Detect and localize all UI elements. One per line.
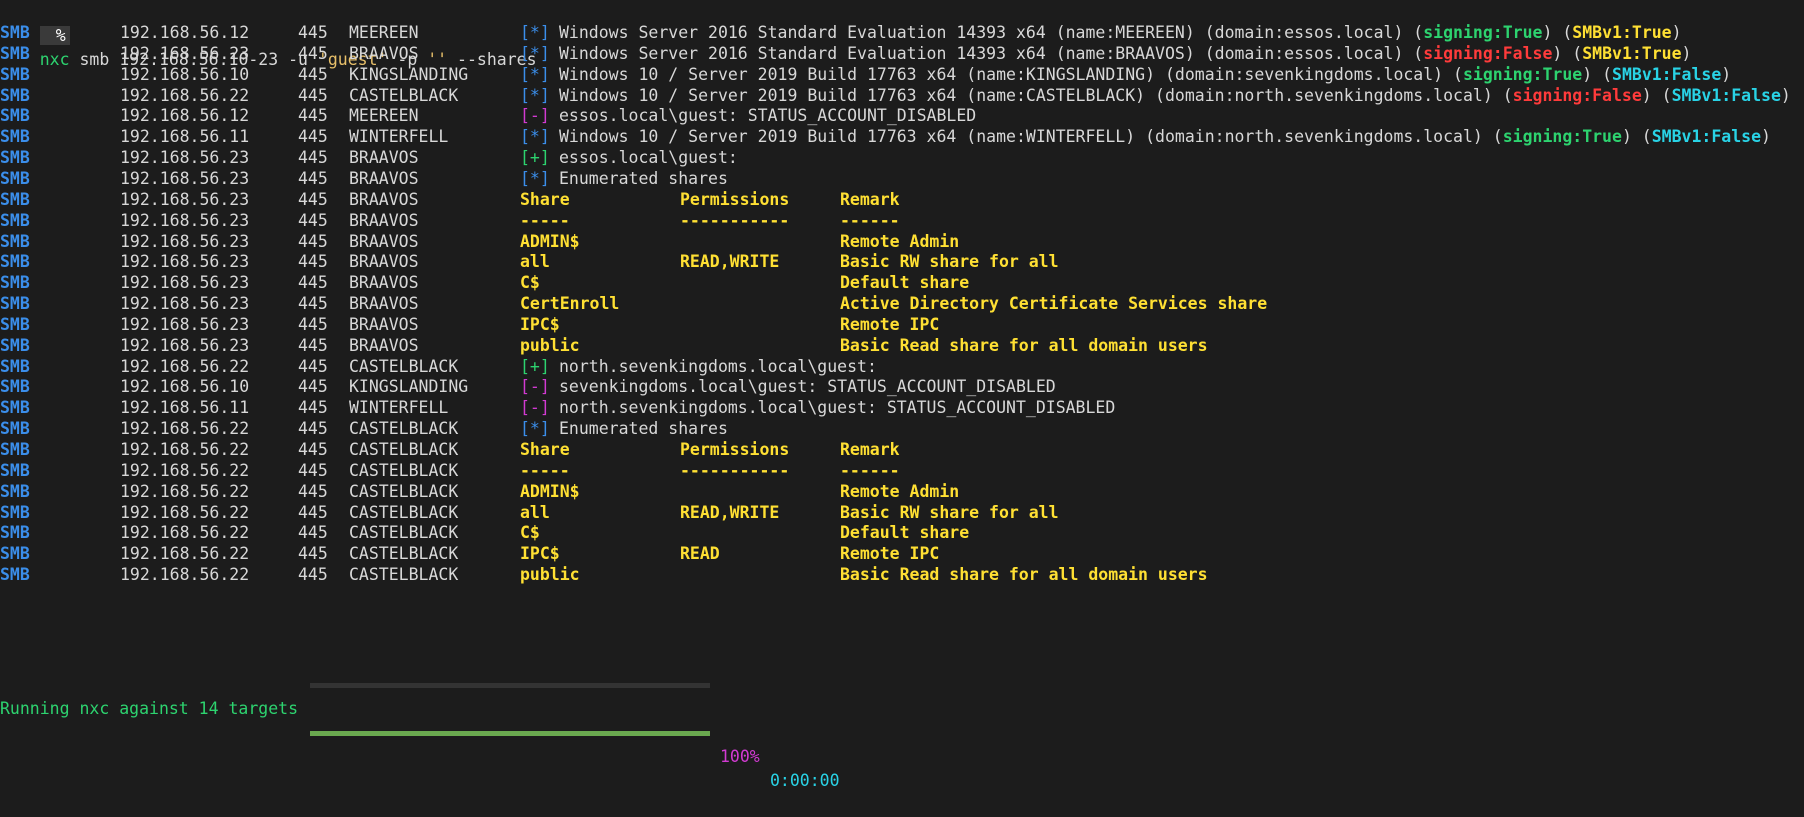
share-name: public xyxy=(520,565,580,585)
protocol-label: SMB xyxy=(0,565,30,585)
output-row: SMB 192.168.56.22 445 CASTELBLACK public Basi… xyxy=(0,563,1804,587)
smbv1-status: SMBv1:False xyxy=(1671,85,1781,105)
port-number: 445 xyxy=(298,565,328,585)
terminal-window[interactable]: % nxc smb 192.168.56.10-23 -u 'guest' -p… xyxy=(0,0,1804,790)
share-remark: Basic Read share for all domain users xyxy=(840,565,1208,585)
hostname: CASTELBLACK xyxy=(349,565,459,585)
signing-status: signing:False xyxy=(1423,43,1553,63)
smbv1-status: SMBv1:True xyxy=(1582,43,1682,63)
progress-elapsed: 0:00:00 xyxy=(770,771,840,790)
signing-status: signing:True xyxy=(1502,127,1622,147)
smbv1-status: SMBv1:False xyxy=(1651,127,1762,147)
progress-label: Running nxc against 14 targets xyxy=(0,699,299,718)
smbv1-status: SMBv1:False xyxy=(1612,64,1722,84)
signing-status: signing:False xyxy=(1512,85,1642,105)
progress-bar-fill xyxy=(310,731,710,736)
progress-line: Running nxc against 14 targets 100% 0:00… xyxy=(0,673,1804,790)
smbv1-status: SMBv1:True xyxy=(1572,23,1672,42)
progress-bar xyxy=(310,683,710,736)
progress-percent: 100% xyxy=(720,747,760,766)
signing-status: signing:True xyxy=(1462,64,1583,84)
signing-status: signing:True xyxy=(1423,23,1543,42)
ip-address: 192.168.56.22 xyxy=(120,565,250,585)
